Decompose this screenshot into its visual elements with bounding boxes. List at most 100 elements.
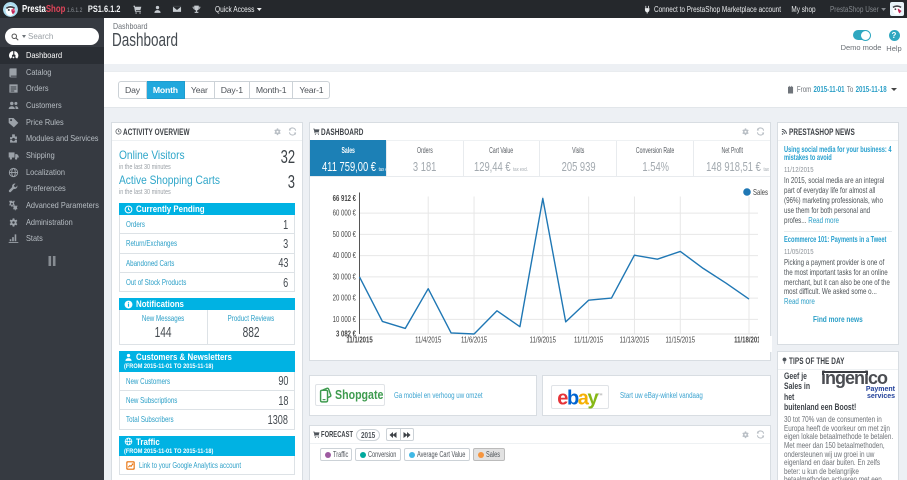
panel-settings-icon[interactable]	[741, 430, 750, 439]
shopgate-link[interactable]: Ga mobiel en verhoog uw omzet	[394, 391, 483, 400]
kpi-orders[interactable]: Orders 3 181	[387, 141, 464, 176]
my-shop-link[interactable]: My shop	[791, 5, 815, 14]
pending-row-out-of-stock[interactable]: Out of Stock Products 6	[119, 272, 295, 293]
panel-settings-icon[interactable]	[741, 127, 750, 136]
sidebar-item-administration[interactable]: Administration	[0, 214, 104, 231]
panel-refresh-icon[interactable]	[756, 430, 765, 439]
svg-text:11/9/2015: 11/9/2015	[530, 337, 556, 345]
sidebar-item-price-rules[interactable]: Price Rules	[0, 114, 104, 131]
sidebar-item-dashboard[interactable]: Dashboard	[0, 47, 104, 64]
cogs-icon	[9, 200, 18, 211]
brand-text: PrestaShop	[22, 3, 66, 15]
customers-row-new-subscriptions[interactable]: New Subscriptions 18	[119, 390, 295, 411]
range-button-day[interactable]: Day	[118, 81, 147, 99]
news-article-title[interactable]: Using social media for your business: 4 …	[784, 145, 892, 162]
forward-button[interactable]	[399, 428, 414, 441]
active-carts-value: 3	[287, 172, 295, 192]
news-article: Ecommerce 101: Payments in a Tweet 11/05…	[784, 235, 892, 307]
range-button-month-1[interactable]: Month-1	[249, 81, 294, 99]
read-more-link[interactable]: Read more	[784, 296, 815, 306]
online-visitors-link[interactable]: Online Visitors	[119, 149, 185, 161]
product-reviews-cell[interactable]: Product Reviews 882	[206, 310, 295, 345]
read-more-link[interactable]: Read more	[808, 215, 839, 225]
online-visitors-stat: Online Visitors in the last 30 minutes 3…	[119, 147, 295, 171]
sidebar-item-stats[interactable]: Stats	[0, 231, 104, 248]
range-button-day-1[interactable]: Day-1	[214, 81, 250, 99]
employees-icon[interactable]	[148, 0, 168, 18]
demo-mode-toggle[interactable]	[852, 29, 871, 41]
sidebar-item-customers[interactable]: Customers	[0, 97, 104, 114]
forecast-toggle-sales[interactable]: Sales	[473, 448, 506, 461]
page-title: Dashboard	[112, 30, 179, 50]
active-carts-stat: Active Shopping Carts in the last 30 min…	[119, 172, 295, 196]
panel-settings-icon[interactable]	[273, 127, 282, 136]
demo-mode-label: Demo mode	[840, 43, 882, 52]
activity-overview-panel: ACTIVITY OVERVIEW Online Visitors in the…	[111, 122, 303, 480]
search-icon	[11, 33, 19, 41]
analytics-icon	[126, 460, 135, 470]
bar-chart-icon	[8, 234, 19, 244]
panel-refresh-icon[interactable]	[756, 127, 765, 136]
forecast-cart-icon	[312, 431, 319, 438]
svg-text:11/1/2015: 11/1/2015	[346, 337, 372, 345]
date-range-picker[interactable]: From 2015-11-01 To 2015-11-18	[753, 85, 897, 94]
sidebar-item-shipping[interactable]: Shipping	[0, 147, 104, 164]
prestashop-logo	[3, 1, 18, 17]
active-carts-link[interactable]: Active Shopping Carts	[119, 174, 220, 186]
quick-access-menu[interactable]: Quick Access	[215, 5, 262, 14]
messages-icon[interactable]	[167, 0, 187, 18]
sidebar-item-modules[interactable]: Modules and Services	[0, 130, 104, 147]
trophy-icon[interactable]	[187, 0, 207, 18]
forecast-toggle-traffic[interactable]: Traffic	[320, 448, 352, 461]
kpi-conversion-rate[interactable]: Conversion Rate 1.54%	[617, 141, 695, 176]
sidebar-item-localization[interactable]: Localization	[0, 164, 104, 181]
svg-text:10 000 €: 10 000 €	[333, 316, 356, 324]
range-button-year-1[interactable]: Year-1	[293, 81, 331, 99]
range-button-month[interactable]: Month	[146, 81, 185, 99]
forecast-toggle-average-cart-value[interactable]: Average Cart Value	[404, 448, 471, 461]
range-button-year[interactable]: Year	[184, 81, 215, 99]
truck-icon	[8, 152, 19, 160]
pending-row-orders[interactable]: Orders 1	[119, 215, 295, 235]
cart-icon[interactable]	[128, 0, 148, 18]
notifications-header: Notifications	[119, 298, 295, 311]
search-scope-caret[interactable]	[22, 35, 26, 38]
shop-name-link[interactable]: PS1.6.1.2	[88, 4, 121, 15]
sidebar-search[interactable]	[5, 28, 99, 45]
new-messages-cell[interactable]: New Messages 144	[120, 310, 207, 344]
svg-text:60 000 €: 60 000 €	[333, 210, 356, 218]
customers-row-total-subscribers[interactable]: Total Subscribers 1308	[119, 410, 295, 430]
help-icon[interactable]: ?	[888, 30, 900, 41]
panel-title: DASHBOARD	[321, 126, 364, 137]
find-more-news-link[interactable]: Find more news	[784, 314, 892, 324]
online-visitors-value: 32	[280, 147, 295, 167]
ebay-link[interactable]: Start uw eBay-winkel vandaag	[620, 391, 703, 400]
kpi-visits[interactable]: Visits 205 939	[540, 141, 618, 176]
user-menu[interactable]: PrestaShop User	[830, 5, 886, 14]
news-article-title[interactable]: Ecommerce 101: Payments in a Tweet	[784, 235, 892, 244]
dashboard-icon	[9, 50, 19, 59]
collapse-menu-icon[interactable]	[0, 256, 104, 266]
sidebar-item-catalog[interactable]: Catalog	[0, 64, 104, 81]
svg-text:30 000 €: 30 000 €	[333, 274, 356, 282]
panel-refresh-icon[interactable]	[288, 127, 297, 136]
user-avatar[interactable]	[890, 2, 904, 16]
kpi-net-profit[interactable]: Net Profit 148 918,51 € tax excl.	[694, 141, 770, 176]
pending-row-returns[interactable]: Return/Exchanges 3	[119, 234, 295, 254]
ebay-logo: ebay™	[551, 385, 609, 409]
sidebar-item-preferences[interactable]: Preferences	[0, 181, 104, 198]
marketplace-link[interactable]: Connect to PrestaShop Marketplace accoun…	[644, 5, 781, 14]
sidebar-item-orders[interactable]: Orders	[0, 80, 104, 97]
forecast-toggle-conversion[interactable]: Conversion	[354, 448, 402, 461]
top-bar: PrestaShop 1.6.1.2 PS1.6.1.2 Quick Acces…	[0, 0, 907, 18]
google-analytics-link[interactable]: Link to your Google Analytics account	[119, 456, 295, 476]
forward-icon	[403, 431, 411, 438]
customers-row-new-customers[interactable]: New Customers 90	[119, 371, 295, 391]
pending-row-abandoned-carts[interactable]: Abandoned Carts 43	[119, 253, 295, 273]
kpi-sales[interactable]: Sales 411 759,00 € tax excl.	[310, 140, 387, 176]
backward-button[interactable]	[385, 428, 400, 441]
search-input[interactable]	[28, 32, 84, 41]
kpi-cart-value[interactable]: Cart Value 129,44 € tax excl.	[464, 141, 541, 176]
shopgate-module-card: Shopgate Ga mobiel en verhoog uw omzet	[309, 375, 537, 416]
sidebar-item-advanced-parameters[interactable]: Advanced Parameters	[0, 197, 104, 214]
